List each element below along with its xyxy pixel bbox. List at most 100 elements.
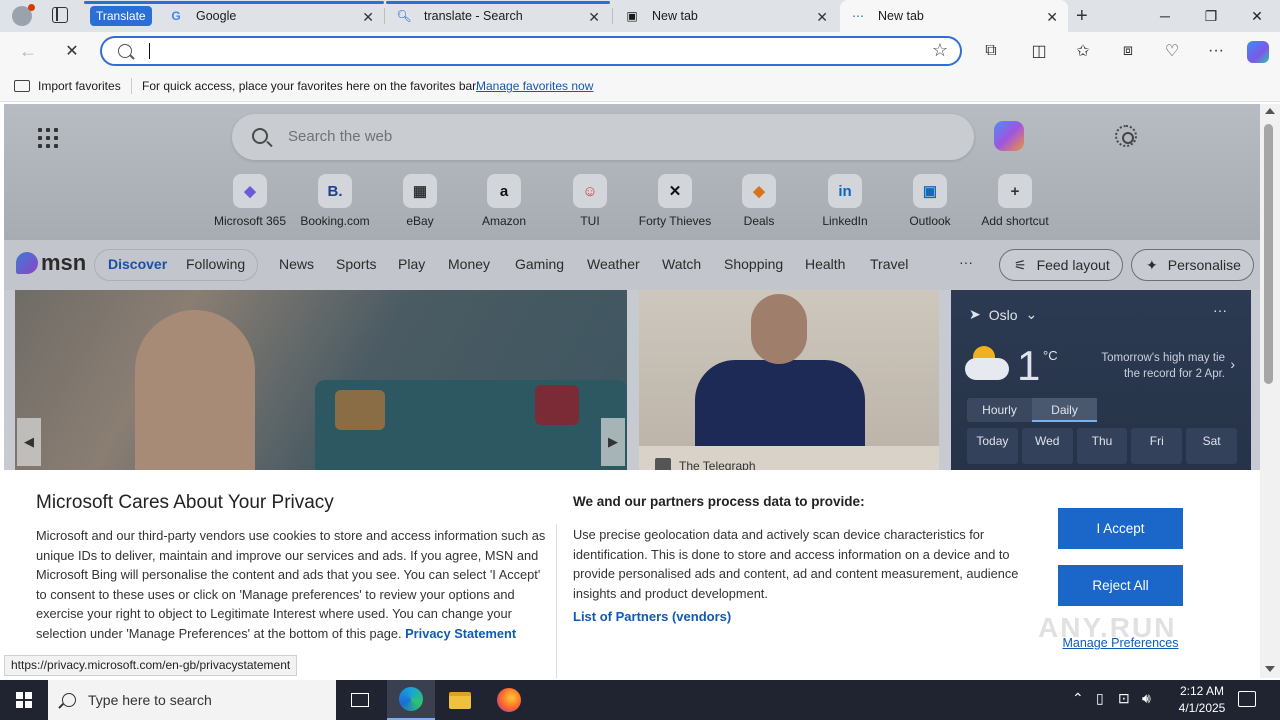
settings-more-icon[interactable]: ···	[1206, 41, 1226, 61]
close-window-button[interactable]: ✕	[1234, 0, 1280, 32]
chevron-up-icon[interactable]: ⌃	[1072, 690, 1084, 707]
accept-button[interactable]: I Accept	[1058, 508, 1183, 549]
manage-favorites-link[interactable]: Manage favorites now	[476, 79, 593, 93]
device-icon[interactable]: ▯	[1096, 690, 1104, 707]
tab-new-tab[interactable]: ▣ New tab ✕	[614, 0, 838, 32]
collections-icon[interactable]: ⧈	[1118, 41, 1138, 61]
copilot-icon[interactable]	[1247, 41, 1269, 63]
nav-health[interactable]: Health	[805, 256, 845, 272]
shortcut-tile[interactable]: ☺ TUI	[545, 174, 635, 228]
msn-logo[interactable]: msn	[16, 250, 86, 276]
weather-unit[interactable]: °C	[1043, 348, 1058, 363]
shortcut-tile[interactable]: ◆ Microsoft 365	[205, 174, 295, 228]
tab-new-tab-active[interactable]: ⋯ New tab ✕	[840, 0, 1068, 32]
scroll-up-icon[interactable]	[1265, 108, 1275, 114]
address-bar[interactable]: ☆	[100, 36, 962, 66]
nav-sports[interactable]: Sports	[336, 256, 376, 272]
copilot-icon[interactable]	[994, 121, 1024, 151]
app-launcher-icon[interactable]	[38, 128, 58, 148]
personalise-button[interactable]: ✦ Personalise	[1131, 249, 1254, 281]
forecast-day[interactable]: Today	[967, 428, 1018, 464]
web-search-box[interactable]: Search the web	[232, 114, 974, 160]
nav-travel[interactable]: Travel	[870, 256, 908, 272]
taskbar-search-box[interactable]: Type here to search	[48, 680, 336, 720]
start-button[interactable]	[0, 680, 48, 720]
nav-watch[interactable]: Watch	[662, 256, 701, 272]
scroll-down-icon[interactable]	[1265, 666, 1275, 672]
weather-widget[interactable]: ➤ Oslo ⌄ ··· 1 °C Tomorrow's high may ti…	[951, 290, 1251, 490]
nav-play[interactable]: Play	[398, 256, 425, 272]
shortcut-tile[interactable]: + Add shortcut	[970, 174, 1060, 228]
shortcut-tile[interactable]: ▣ Outlook	[885, 174, 975, 228]
forecast-day[interactable]: Sat	[1186, 428, 1237, 464]
consent-text: Microsoft and our third-party vendors us…	[36, 528, 546, 641]
forecast-day[interactable]: Wed	[1021, 428, 1073, 464]
favorites-icon[interactable]: ✩	[1073, 41, 1093, 61]
back-arrow-icon[interactable]: ←	[16, 40, 40, 62]
minimize-button[interactable]: ─	[1142, 0, 1188, 32]
forecast-day[interactable]: Fri	[1131, 428, 1183, 464]
gear-icon[interactable]	[1115, 125, 1137, 147]
shortcut-tile[interactable]: ✕ Forty Thieves	[630, 174, 720, 228]
shortcut-label: Booking.com	[300, 214, 370, 228]
carousel-prev-icon[interactable]: ◀	[17, 418, 41, 466]
import-favorites-button[interactable]: Import favorites	[14, 79, 121, 93]
stop-loading-icon[interactable]: ✕	[60, 40, 84, 62]
nav-following[interactable]: Following	[186, 256, 245, 272]
tab-translate-search[interactable]: 🔍︎ translate - Search ✕	[386, 0, 610, 32]
shortcut-tile[interactable]: ▦ eBay	[375, 174, 465, 228]
close-tab-icon[interactable]: ✕	[1046, 9, 1058, 26]
story-card[interactable]: The Telegraph	[639, 290, 939, 490]
shortcut-tile[interactable]: a Amazon	[459, 174, 549, 228]
shortcut-tile[interactable]: in LinkedIn	[800, 174, 890, 228]
shortcut-tile[interactable]: ◆ Deals	[714, 174, 804, 228]
weather-note[interactable]: Tomorrow's high may tie the record for 2…	[1085, 350, 1225, 382]
reject-all-button[interactable]: Reject All	[1058, 565, 1183, 606]
feed-layout-button[interactable]: ⚟ Feed layout	[999, 249, 1123, 281]
firefox-taskbar-button[interactable]	[485, 680, 533, 720]
tab-hourly[interactable]: Hourly	[967, 398, 1032, 422]
split-screen-icon[interactable]: ◫	[1029, 41, 1049, 61]
nav-money[interactable]: Money	[448, 256, 490, 272]
favorite-star-icon[interactable]: ☆	[932, 40, 948, 61]
profile-avatar-icon[interactable]	[12, 4, 35, 26]
privacy-statement-link[interactable]: Privacy Statement	[405, 626, 516, 641]
tab-group-label[interactable]: Translate	[90, 6, 152, 26]
restore-button[interactable]: ❐	[1188, 0, 1234, 32]
volume-icon[interactable]: 🔊︎	[1142, 690, 1151, 707]
weather-location[interactable]: ➤ Oslo ⌄	[969, 306, 1037, 323]
nav-more-icon[interactable]: ···	[959, 254, 973, 270]
new-tab-button[interactable]: +	[1076, 6, 1088, 26]
tab-daily[interactable]: Daily	[1032, 398, 1097, 422]
scroll-thumb[interactable]	[1264, 124, 1273, 384]
file-explorer-button[interactable]	[436, 680, 484, 720]
nav-gaming[interactable]: Gaming	[515, 256, 564, 272]
forecast-day[interactable]: Thu	[1076, 428, 1128, 464]
shortcut-label: Amazon	[481, 214, 527, 228]
nav-weather[interactable]: Weather	[587, 256, 640, 272]
favorites-bar: Import favorites For quick access, place…	[0, 70, 1280, 102]
list-of-partners-link[interactable]: List of Partners (vendors)	[573, 609, 731, 624]
vertical-scrollbar[interactable]	[1260, 104, 1280, 678]
edge-taskbar-button[interactable]	[387, 680, 435, 720]
hero-story-card[interactable]: ◀ ▶	[15, 290, 627, 490]
address-input[interactable]	[148, 42, 908, 60]
nav-shopping[interactable]: Shopping	[724, 256, 783, 272]
more-options-icon[interactable]: ···	[1213, 302, 1227, 318]
notifications-icon[interactable]	[1238, 691, 1256, 707]
close-tab-icon[interactable]: ✕	[816, 9, 828, 26]
network-icon[interactable]: ⊡	[1118, 690, 1130, 707]
tab-divider	[612, 8, 613, 24]
nav-discover[interactable]: Discover	[108, 256, 167, 272]
tab-actions-icon[interactable]	[52, 7, 68, 23]
extensions-icon[interactable]: ⧉	[981, 41, 1001, 61]
close-tab-icon[interactable]: ✕	[362, 9, 374, 26]
shortcut-tile[interactable]: B. Booking.com	[290, 174, 380, 228]
nav-news[interactable]: News	[279, 256, 314, 272]
system-clock[interactable]: 2:12 AM 4/1/2025	[1170, 683, 1234, 717]
carousel-next-icon[interactable]: ▶	[601, 418, 625, 466]
task-view-button[interactable]	[336, 680, 384, 720]
browser-essentials-icon[interactable]: ♡	[1162, 41, 1182, 61]
chevron-right-icon[interactable]: ›	[1230, 356, 1235, 372]
close-tab-icon[interactable]: ✕	[588, 9, 600, 26]
